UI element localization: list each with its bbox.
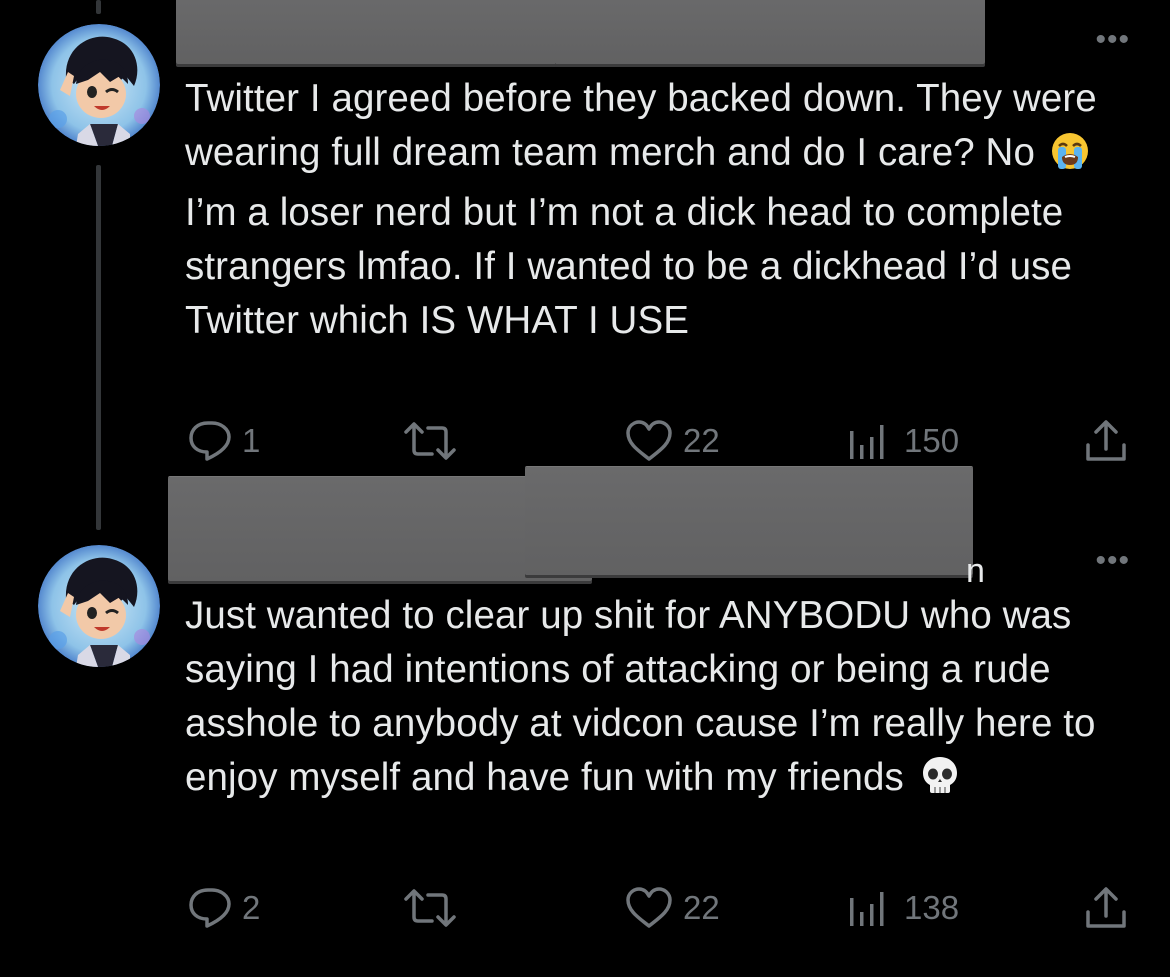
more-options-icon[interactable]: ••• xyxy=(1095,25,1130,55)
tweet-text-part-1: Just wanted to clear up shit for ANYBODU… xyxy=(185,594,1107,799)
reply-icon xyxy=(189,421,231,461)
reply-count: 1 xyxy=(242,422,261,459)
views-button[interactable]: 150 xyxy=(848,416,959,466)
views-button[interactable]: 138 xyxy=(848,883,959,933)
like-button[interactable]: 22 xyxy=(625,416,720,466)
like-count: 22 xyxy=(683,889,720,926)
share-button[interactable] xyxy=(1084,416,1128,466)
tweet-2[interactable]: n ••• Just wanted to clear up shit for A… xyxy=(0,465,1170,977)
reply-button[interactable]: 2 xyxy=(188,883,260,933)
heart-icon xyxy=(626,420,672,461)
redacted-name xyxy=(176,0,558,64)
like-button[interactable]: 22 xyxy=(625,883,720,933)
tweet-text: Twitter I agreed before they backed down… xyxy=(185,72,1135,348)
reply-count: 2 xyxy=(242,889,261,926)
more-options-icon[interactable]: ••• xyxy=(1095,546,1130,576)
avatar-image xyxy=(38,545,160,667)
tweet-text-part-1: Twitter I agreed before they backed down… xyxy=(185,77,1108,174)
tweet-text: Just wanted to clear up shit for ANYBODU… xyxy=(185,589,1135,811)
share-icon xyxy=(1086,887,1126,928)
view-count: 150 xyxy=(904,422,960,459)
view-count: 138 xyxy=(904,889,960,926)
heart-icon xyxy=(626,887,672,928)
views-icon xyxy=(850,892,884,926)
tweet-actions: 2 22 138 xyxy=(0,883,1170,933)
retweet-icon xyxy=(404,889,456,927)
share-icon xyxy=(1086,420,1126,461)
avatar[interactable] xyxy=(38,24,160,146)
retweet-icon xyxy=(404,422,456,460)
skull-icon xyxy=(919,754,961,811)
thread-line-top xyxy=(96,0,101,14)
tweet-1[interactable]: ••• Twitter I agreed before they backed … xyxy=(0,0,1170,530)
like-count: 22 xyxy=(683,422,720,459)
retweet-button[interactable] xyxy=(402,883,458,933)
avatar[interactable] xyxy=(38,545,160,667)
reply-button[interactable]: 1 xyxy=(188,416,260,466)
reply-icon xyxy=(189,888,231,928)
partial-header-text: n xyxy=(966,552,985,590)
redacted-handle xyxy=(555,0,985,64)
loudly-crying-face-icon xyxy=(1050,131,1090,186)
share-button[interactable] xyxy=(1084,883,1128,933)
tweet-actions: 1 22 150 xyxy=(0,416,1170,466)
avatar-image xyxy=(38,24,160,146)
views-icon xyxy=(850,425,884,459)
redacted-handle xyxy=(525,467,973,575)
retweet-button[interactable] xyxy=(402,416,458,466)
